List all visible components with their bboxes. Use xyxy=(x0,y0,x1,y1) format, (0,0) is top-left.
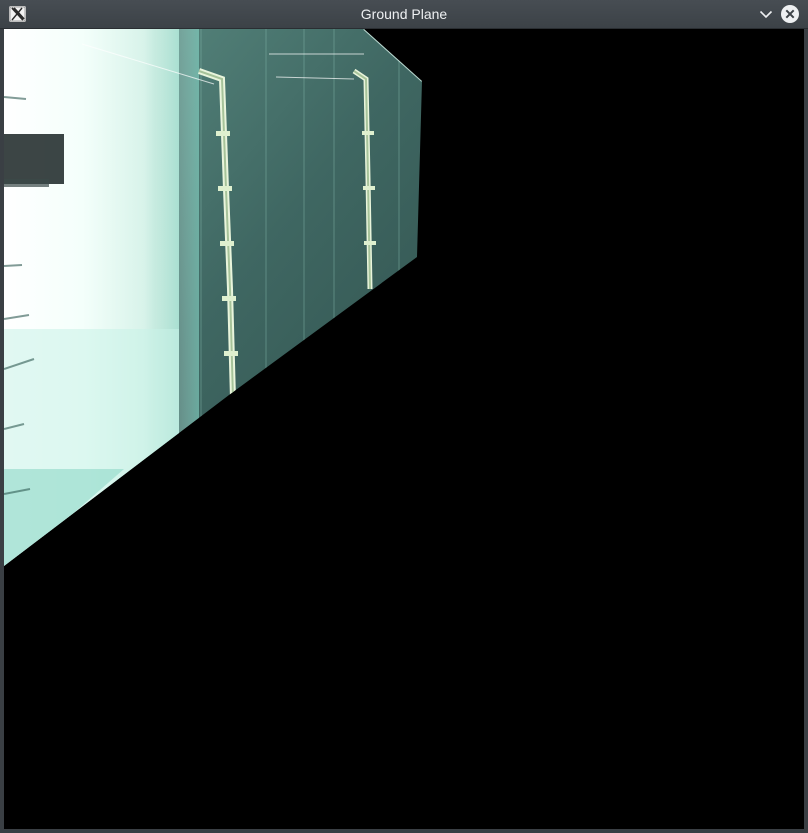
warped-ground-plane-image xyxy=(4,29,804,829)
app-window: Ground Plane xyxy=(0,0,808,833)
window-frame-bottom xyxy=(0,829,808,833)
close-icon[interactable] xyxy=(780,4,800,24)
title-bar[interactable]: Ground Plane xyxy=(0,0,808,29)
chevron-down-icon[interactable] xyxy=(756,4,776,24)
ground-plane-viewport[interactable] xyxy=(4,29,804,829)
window-title: Ground Plane xyxy=(360,6,448,22)
